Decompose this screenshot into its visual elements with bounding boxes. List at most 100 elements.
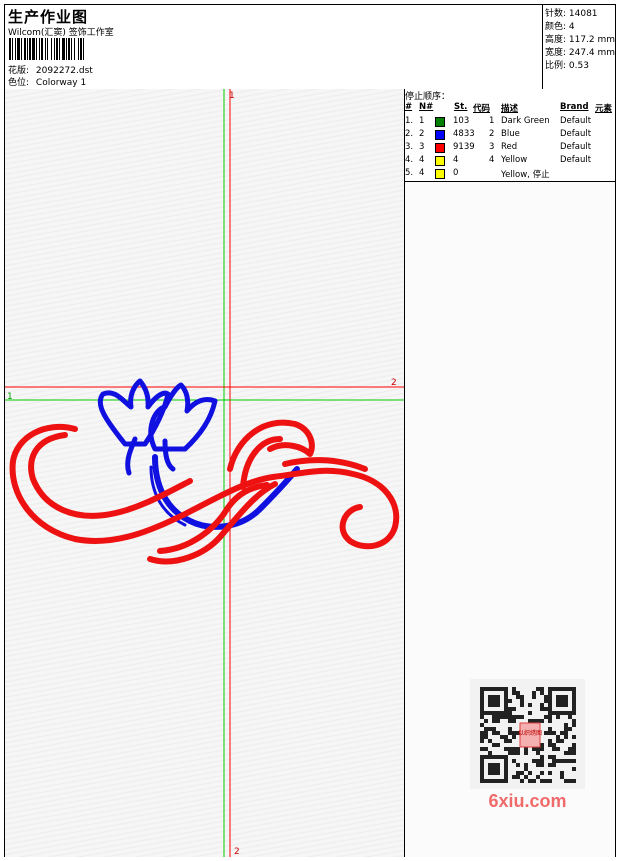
stop-sequence-table: 停止顺序： # N# St. 代码 描述 Brand 元素 1. 1 103 1 Dar…: [405, 89, 615, 182]
qr-module: [556, 759, 560, 763]
qr-module: [516, 751, 520, 755]
stitch-count: 针数: 14081: [545, 9, 598, 19]
qr-module: [540, 691, 544, 695]
row-stitches: 4833: [453, 129, 475, 139]
qr-module: [552, 743, 556, 747]
qr-module: [480, 715, 484, 719]
qr-module: [480, 723, 484, 727]
qr-module: [508, 751, 512, 755]
qr-module: [484, 719, 488, 723]
qr-module: [552, 759, 556, 763]
qr-module: [524, 763, 528, 767]
watermark: 以织绣图 6xiu.com: [470, 679, 585, 819]
qr-module: [564, 723, 568, 727]
qr-module: [548, 715, 552, 719]
qr-module: [512, 691, 516, 695]
qr-module: [544, 779, 548, 783]
qr-module: [480, 731, 484, 735]
row-index: 2.: [405, 129, 414, 139]
qr-module: [560, 759, 564, 763]
color-swatch: [435, 156, 445, 166]
production-sheet: 生产作业图 Wilcom(汇窦) 签饰工作室 花版: 2092272.dst 色…: [4, 4, 616, 857]
qr-module: [532, 759, 536, 763]
qr-module: [496, 731, 500, 735]
color-swatch: [435, 169, 445, 179]
qr-module: [552, 747, 556, 751]
colorway-name: Colorway 1: [35, 78, 87, 88]
qr-module: [484, 727, 488, 731]
qr-module: [568, 759, 572, 763]
qr-module: [560, 771, 564, 775]
qr-module: [572, 723, 576, 727]
row-description: Red: [501, 142, 518, 152]
qr-module: [556, 739, 560, 743]
qr-module: [512, 715, 516, 719]
qr-module: [556, 747, 560, 751]
qr-module: [540, 687, 544, 691]
color-swatch: [435, 117, 445, 127]
qr-module: [528, 711, 532, 715]
qr-module: [548, 779, 552, 783]
qr-module: [532, 691, 536, 695]
col-needle: N#: [419, 102, 434, 112]
qr-module: [540, 763, 544, 767]
qr-module: [512, 735, 516, 739]
qr-module: [516, 763, 520, 767]
row-index: 4.: [405, 155, 414, 165]
col-description: 描述: [501, 104, 519, 114]
row-description: Blue: [501, 129, 520, 139]
qr-module: [568, 715, 572, 719]
qr-module: [540, 771, 544, 775]
qr-module: [508, 731, 512, 735]
qr-module: [520, 703, 524, 707]
qr-module: [508, 747, 512, 751]
qr-module: [564, 735, 568, 739]
qr-module: [556, 715, 560, 719]
qr-module: [540, 755, 544, 759]
qr-module: [504, 735, 508, 739]
bottom-marker: 2: [234, 847, 240, 857]
qr-module: [492, 715, 496, 719]
design-width: 宽度: 247.4 mm: [545, 48, 616, 58]
row-index: 5.: [405, 168, 414, 178]
stamp-text: 以织绣图: [518, 729, 542, 737]
row-needle: 4: [419, 168, 425, 178]
qr-module: [572, 751, 576, 755]
row-brand: Default: [560, 116, 592, 126]
qr-module: [508, 699, 512, 703]
qr-module: [536, 747, 540, 751]
qr-module: [544, 707, 548, 711]
qr-module: [572, 747, 576, 751]
row-brand: Default: [560, 129, 592, 139]
qr-module: [512, 707, 516, 711]
row-stitches: 103: [453, 116, 470, 126]
qr-module: [492, 731, 496, 735]
qr-module: [536, 751, 540, 755]
row-description: Yellow: [501, 155, 528, 165]
col-stitches: St.: [454, 102, 468, 112]
qr-module: [512, 731, 516, 735]
company-name: Wilcom(汇窦) 签饰工作室: [8, 28, 114, 38]
qr-module: [564, 751, 568, 755]
qr-module: [548, 755, 552, 759]
qr-module: [508, 739, 512, 743]
qr-module: [552, 755, 556, 759]
barcode: [9, 38, 144, 60]
col-brand: Brand: [560, 102, 589, 112]
qr-module: [516, 695, 520, 699]
qr-module: [548, 727, 552, 731]
row-brand: Default: [560, 155, 592, 165]
qr-module: [564, 731, 568, 735]
red-scroll-motif: [9, 419, 400, 565]
qr-module: [564, 759, 568, 763]
qr-module: [504, 747, 508, 751]
sheet-title: 生产作业图: [8, 8, 89, 26]
qr-module: [572, 743, 576, 747]
row-index: 3.: [405, 142, 414, 152]
qr-module: [532, 779, 536, 783]
qr-module: [500, 735, 504, 739]
qr-module: [512, 775, 516, 779]
qr-module: [496, 743, 500, 747]
qr-module: [524, 775, 528, 779]
sequence-header-row: # N# St. 代码 描述 Brand 元素: [405, 102, 615, 114]
